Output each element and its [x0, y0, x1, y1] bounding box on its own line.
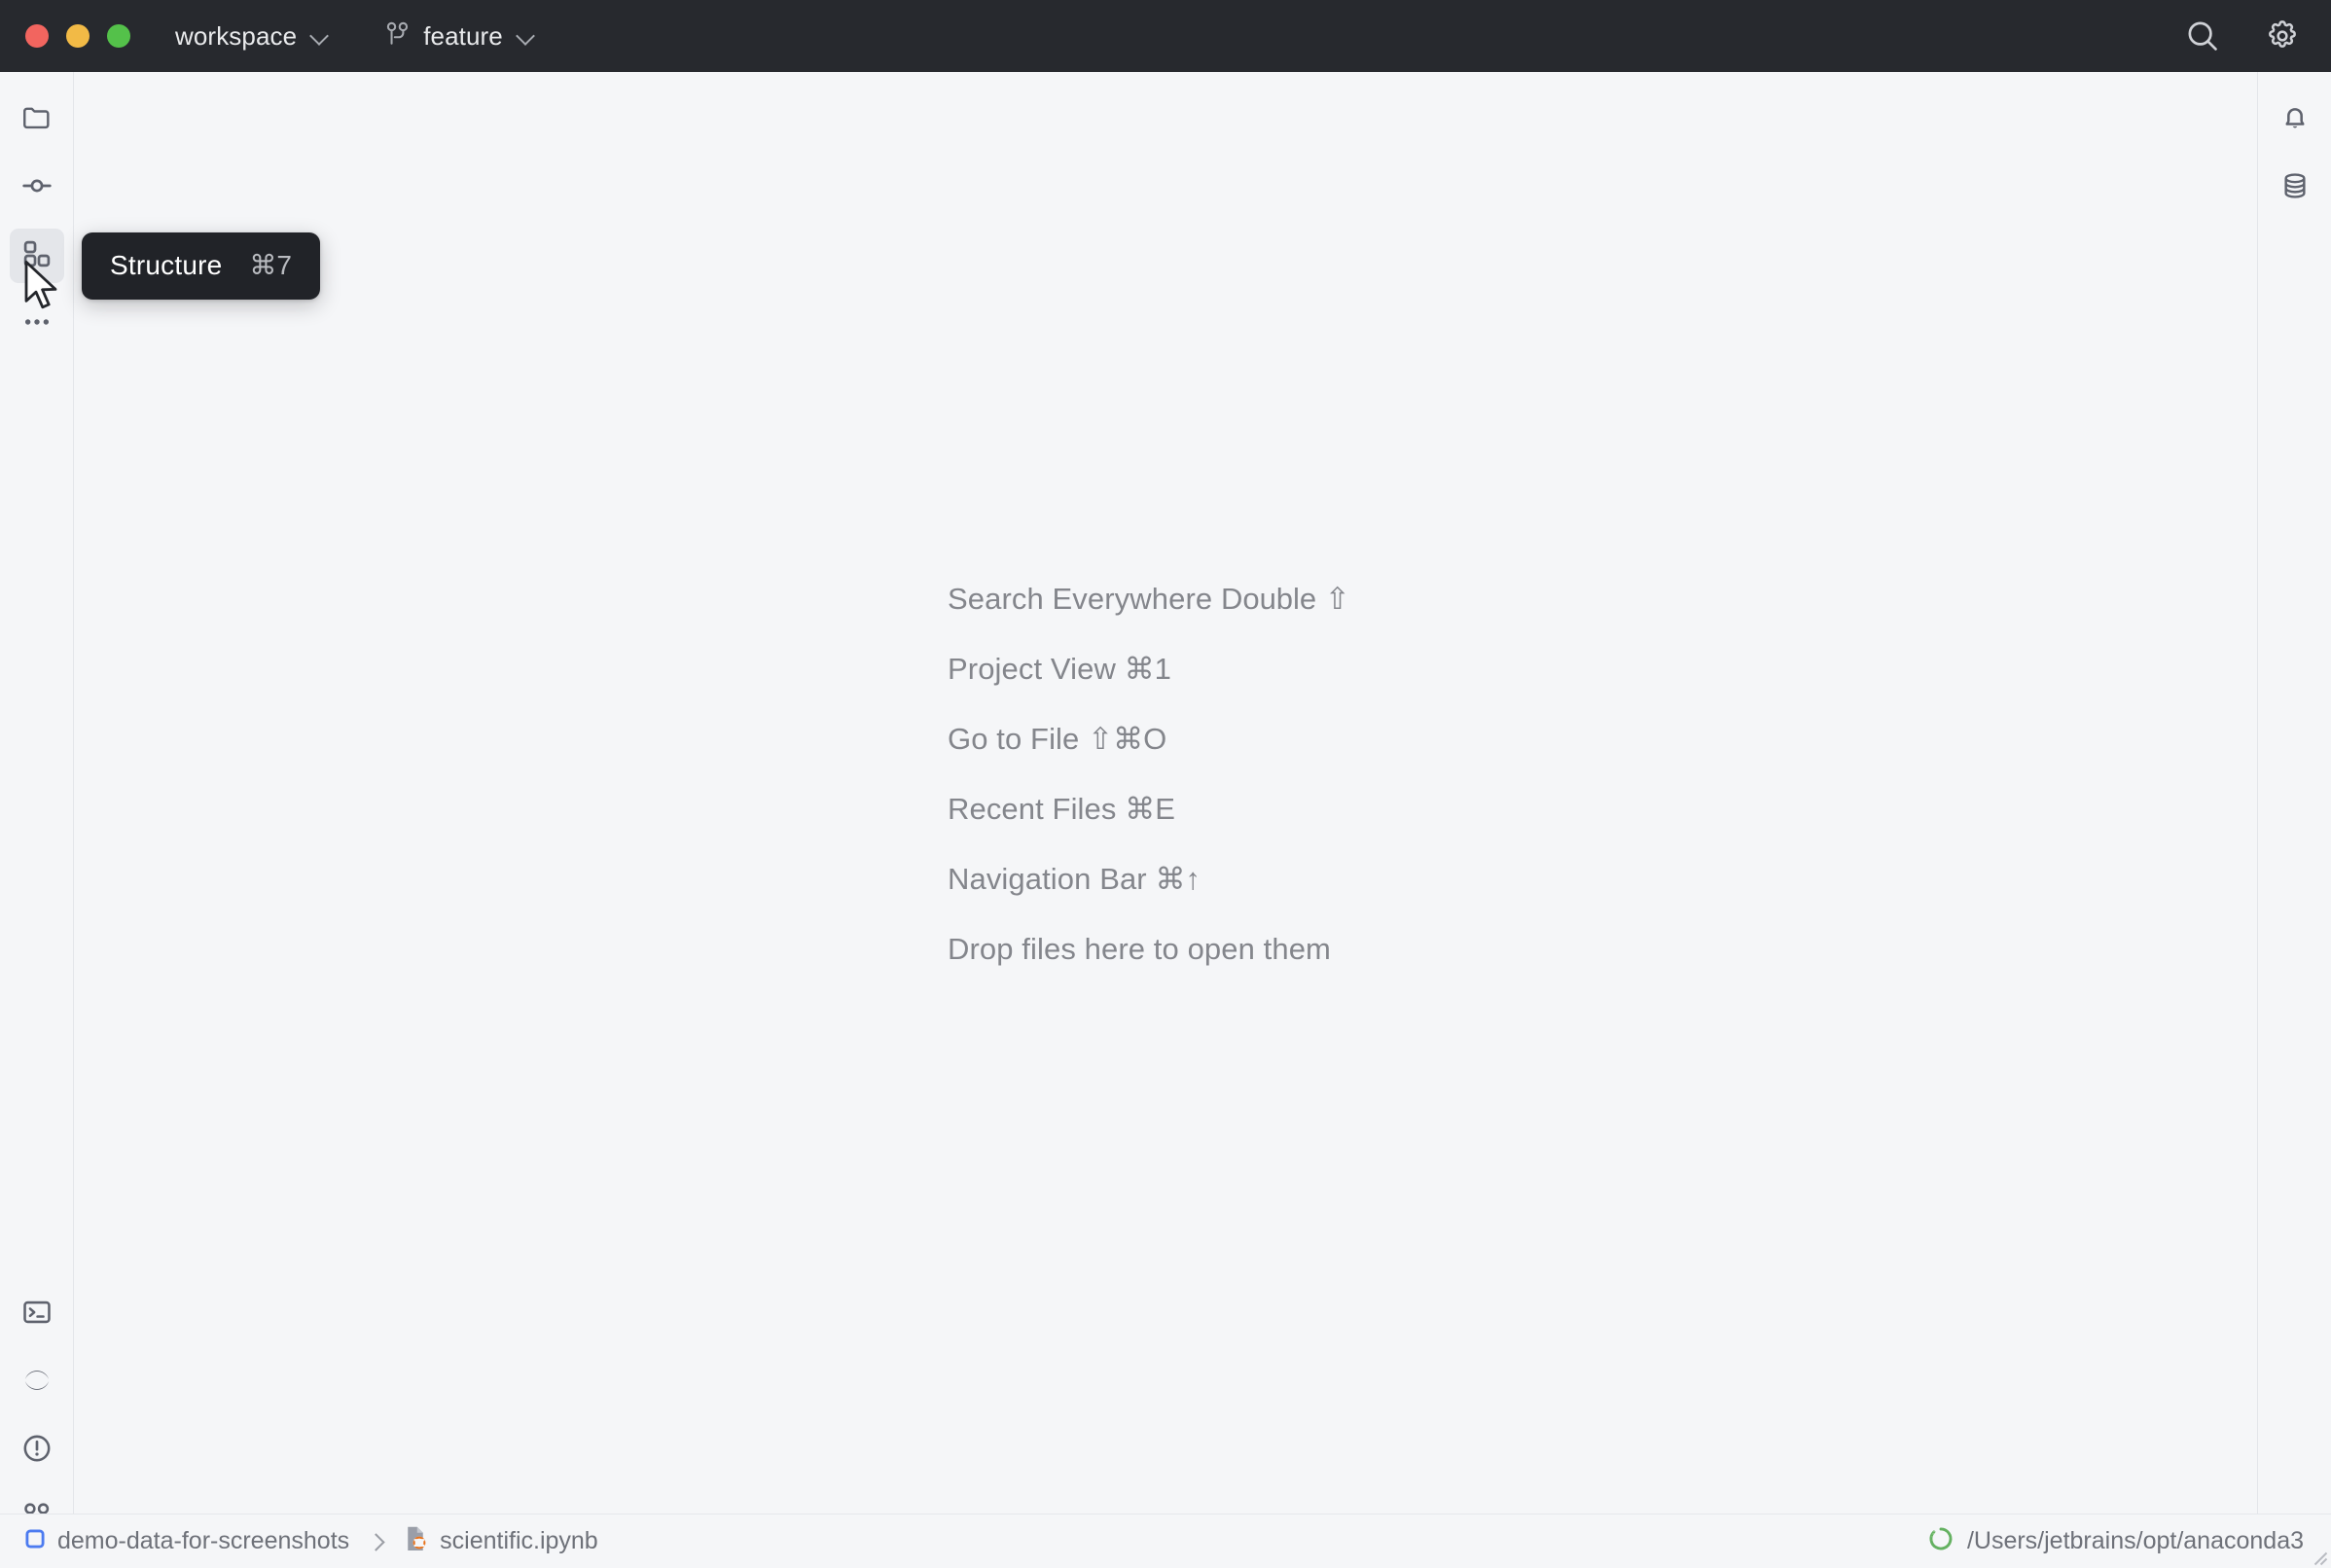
breadcrumb-label: demo-data-for-screenshots: [57, 1527, 350, 1554]
sidebar-item-database[interactable]: [2268, 160, 2322, 215]
hint-label: Search Everywhere: [948, 582, 1213, 616]
hint-go-to-file[interactable]: Go to File ⇧⌘O: [948, 704, 1350, 774]
left-tool-strip: [0, 72, 74, 1568]
tooltip-shortcut: ⌘7: [249, 250, 292, 280]
folder-icon: [20, 101, 54, 139]
window-controls: [25, 24, 130, 48]
ide-window: workspace feature Search Everywhere Doub…: [0, 0, 2331, 1568]
sidebar-item-project[interactable]: [10, 92, 64, 147]
project-square-icon: [23, 1527, 47, 1555]
breadcrumb-label: scientific.ipynb: [440, 1527, 598, 1554]
breadcrumb: demo-data-for-screenshots scientific.ipy…: [23, 1524, 598, 1558]
close-window-button[interactable]: [25, 24, 49, 48]
bell-icon: [2278, 101, 2312, 139]
conda-icon: [1927, 1525, 1954, 1557]
resize-grip-icon[interactable]: [2311, 1549, 2328, 1566]
problems-icon: [20, 1432, 54, 1470]
hint-drop-files: Drop files here to open them: [948, 914, 1350, 984]
hint-label: Recent Files: [948, 792, 1117, 826]
gear-icon[interactable]: [2263, 17, 2302, 55]
minimize-window-button[interactable]: [66, 24, 90, 48]
hint-label: Go to File: [948, 722, 1080, 756]
sidebar-item-commit[interactable]: [10, 160, 64, 215]
sidebar-item-problems[interactable]: [10, 1423, 64, 1478]
title-bar: workspace feature: [0, 0, 2331, 72]
interpreter-selector[interactable]: /Users/jetbrains/opt/anaconda3: [1927, 1525, 2304, 1557]
breadcrumb-item-project[interactable]: demo-data-for-screenshots: [23, 1527, 349, 1555]
structure-icon: [20, 237, 54, 275]
sidebar-item-python-console[interactable]: [10, 1355, 64, 1409]
branch-name-label: feature: [423, 20, 503, 51]
sidebar-item-notifications[interactable]: [2268, 92, 2322, 147]
python-console-icon: [20, 1364, 54, 1402]
maximize-window-button[interactable]: [107, 24, 130, 48]
branch-selector[interactable]: feature: [377, 14, 545, 58]
structure-tooltip: Structure ⌘7: [82, 232, 320, 300]
chevron-down-icon: [516, 25, 537, 47]
tooltip-label: Structure: [110, 250, 223, 280]
chevron-down-icon: [309, 25, 331, 47]
project-selector[interactable]: workspace: [167, 14, 339, 58]
left-tool-strip-top: [9, 72, 64, 358]
terminal-icon: [20, 1296, 54, 1334]
sidebar-item-more[interactable]: [10, 297, 64, 351]
hint-recent-files[interactable]: Recent Files ⌘E: [948, 774, 1350, 844]
sidebar-item-structure[interactable]: [9, 229, 64, 283]
hint-navigation-bar[interactable]: Navigation Bar ⌘↑: [948, 844, 1350, 914]
hint-search-everywhere[interactable]: Search Everywhere Double ⇧: [948, 564, 1350, 634]
jupyter-notebook-icon: [404, 1524, 429, 1558]
breadcrumb-item-file[interactable]: scientific.ipynb: [404, 1524, 598, 1558]
hint-shortcut: Double ⇧: [1220, 582, 1350, 616]
sidebar-item-terminal[interactable]: [10, 1287, 64, 1341]
hint-project-view[interactable]: Project View ⌘1: [948, 634, 1350, 704]
hint-label: Drop files here to open them: [948, 932, 1331, 966]
branch-icon: [385, 20, 411, 53]
hint-shortcut: ⌘↑: [1155, 862, 1201, 896]
hint-label: Project View: [948, 652, 1116, 686]
titlebar-actions: [2183, 17, 2302, 55]
project-name-label: workspace: [175, 20, 298, 51]
commit-icon: [20, 169, 54, 207]
hint-shortcut: ⌘E: [1125, 792, 1175, 826]
interpreter-label: /Users/jetbrains/opt/anaconda3: [1966, 1527, 2304, 1554]
hint-shortcut: ⇧⌘O: [1088, 722, 1167, 756]
database-icon: [2278, 169, 2312, 207]
chevron-right-icon: [368, 1533, 385, 1550]
editor-empty-state: Search Everywhere Double ⇧ Project View …: [75, 72, 2256, 1514]
right-tool-strip: [2257, 72, 2331, 1568]
hint-label: Navigation Bar: [948, 862, 1147, 896]
hint-shortcut: ⌘1: [1124, 652, 1171, 686]
search-icon[interactable]: [2183, 17, 2222, 55]
empty-state-hint-list: Search Everywhere Double ⇧ Project View …: [948, 564, 1350, 984]
status-bar: demo-data-for-screenshots scientific.ipy…: [0, 1514, 2331, 1568]
more-horizontal-icon: [20, 305, 54, 343]
